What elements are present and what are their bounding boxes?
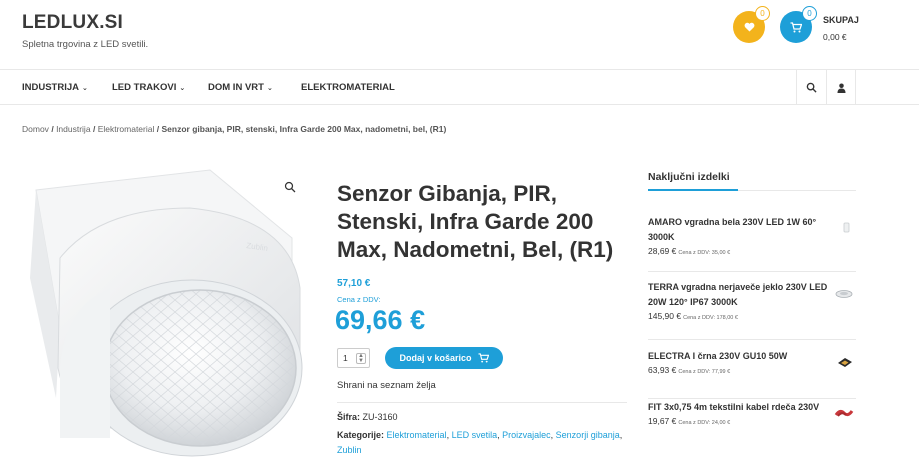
sidebar-product-name[interactable]: TERRA vgradna nerjaveče jeklo 230V LED 2… — [648, 280, 828, 310]
sidebar-product-price: 19,67 € Cena z DDV: 24,00 € — [648, 416, 731, 426]
product-thumbnail[interactable] — [834, 406, 854, 420]
breadcrumb-link[interactable]: Elektromaterial — [98, 124, 155, 134]
quantity-stepper[interactable]: ▲ ▼ — [356, 353, 366, 364]
quantity-input[interactable]: 1 ▲ ▼ — [337, 348, 370, 368]
category-link[interactable]: Proizvajalec — [502, 430, 551, 440]
wishlist-count-badge: 0 — [755, 6, 770, 21]
product-thumbnail[interactable] — [834, 286, 854, 300]
cart-total-value[interactable]: 0,00 € — [823, 32, 847, 42]
sidebar-product-price: 63,93 € Cena z DDV: 77,99 € — [648, 365, 731, 375]
category-link[interactable]: LED svetila — [452, 430, 498, 440]
breadcrumb-link[interactable]: Industrija — [56, 124, 91, 134]
sku-label: Šifra: — [337, 412, 361, 422]
category-link[interactable]: Elektromaterial — [387, 430, 447, 440]
add-to-cart-button[interactable]: Dodaj v košarico — [385, 347, 503, 369]
price-note: Cena z DDV: — [337, 295, 381, 304]
breadcrumb: Domov / Industrija / Elektromaterial / S… — [22, 124, 447, 134]
add-to-cart-label: Dodaj v košarico — [399, 353, 472, 363]
user-icon — [836, 83, 846, 93]
site-tagline: Spletna trgovina z LED svetili. — [22, 39, 149, 50]
title-underline — [648, 189, 738, 191]
random-products-title: Naključni izdelki — [648, 171, 730, 183]
sidebar-product-price: 145,90 € Cena z DDV: 178,00 € — [648, 311, 738, 321]
nav-item-label: ELEKTROMATERIAL — [301, 82, 395, 93]
product-thumbnail[interactable] — [840, 221, 854, 235]
cart-count-badge: 0 — [802, 6, 817, 21]
price-net: 57,10 € — [337, 278, 371, 289]
nav-item-elektromaterial[interactable]: ELEKTROMATERIAL — [301, 82, 395, 93]
account-button[interactable] — [826, 70, 856, 105]
nav-item-dom-in-vrt[interactable]: DOM IN VRT ⌄ — [208, 82, 273, 93]
sidebar-product-name[interactable]: AMARO vgradna bela 230V LED 1W 60° 3000K — [648, 215, 828, 245]
breadcrumb-current: Senzor gibanja, PIR, stenski, Infra Gard… — [161, 124, 447, 134]
category-link[interactable]: Zublin — [337, 445, 362, 455]
product-sku: Šifra: ZU-3160 — [337, 410, 398, 425]
site-logo[interactable]: LEDLUX.SI — [22, 12, 123, 34]
cart-icon — [790, 21, 802, 32]
magnifier-icon — [284, 181, 296, 193]
divider — [337, 402, 627, 403]
cart-total-label[interactable]: SKUPAJ — [823, 15, 859, 25]
sku-value: ZU-3160 — [362, 412, 398, 422]
image-zoom-button[interactable] — [284, 181, 296, 196]
wishlist-button[interactable]: 0 — [733, 6, 770, 43]
nav-item-label: LED TRAKOVI — [112, 82, 177, 93]
categories-label: Kategorije: — [337, 430, 385, 440]
product-categories: Kategorije: Elektromaterial, LED svetila… — [337, 430, 623, 455]
search-button[interactable] — [796, 70, 826, 105]
sidebar-product-name[interactable]: FIT 3x0,75 4m tekstilni kabel rdeča 230V — [648, 400, 828, 415]
nav-item-label: DOM IN VRT — [208, 82, 264, 93]
chevron-down-icon: ⌄ — [266, 85, 273, 92]
price-gross: 69,66 € — [335, 305, 426, 335]
sidebar-product-item[interactable]: AMARO vgradna bela 230V LED 1W 60° 3000K… — [648, 215, 856, 272]
product-thumbnail[interactable] — [836, 355, 854, 369]
chevron-down-icon: ⌄ — [179, 85, 186, 92]
breadcrumb-link[interactable]: Domov — [22, 124, 49, 134]
sidebar-product-item[interactable]: TERRA vgradna nerjaveče jeklo 230V LED 2… — [648, 280, 856, 340]
category-link[interactable]: Senzorji gibanja — [556, 430, 620, 440]
nav-item-industrija[interactable]: INDUSTRIJA ⌄ — [22, 82, 88, 93]
sidebar-product-item[interactable]: ELECTRA I črna 230V GU10 50W 63,93 € Cena… — [648, 349, 856, 399]
add-to-wishlist-link[interactable]: Shrani na seznam želja — [337, 380, 436, 391]
sidebar-product-item[interactable]: FIT 3x0,75 4m tekstilni kabel rdeča 230V… — [648, 400, 856, 459]
nav-item-label: INDUSTRIJA — [22, 82, 80, 93]
chevron-down-icon: ⌄ — [82, 85, 88, 92]
nav-item-led-trakovi[interactable]: LED TRAKOVI ⌄ — [112, 82, 185, 93]
cart-icon — [478, 353, 489, 363]
sensor-illustration: Zublin — [30, 169, 303, 457]
heart-icon — [744, 22, 754, 32]
search-icon — [806, 82, 817, 93]
product-title: Senzor Gibanja, PIR, Stenski, Infra Gard… — [337, 181, 614, 262]
cart-button[interactable]: 0 — [780, 6, 817, 43]
quantity-value: 1 — [343, 353, 348, 363]
sidebar-product-price: 28,69 € Cena z DDV: 35,00 € — [648, 246, 731, 256]
main-navigation: INDUSTRIJA ⌄ LED TRAKOVI ⌄ DOM IN VRT ⌄ ELE… — [0, 69, 919, 105]
sidebar-product-name[interactable]: ELECTRA I črna 230V GU10 50W — [648, 349, 828, 364]
product-image[interactable]: Zublin — [0, 168, 306, 459]
